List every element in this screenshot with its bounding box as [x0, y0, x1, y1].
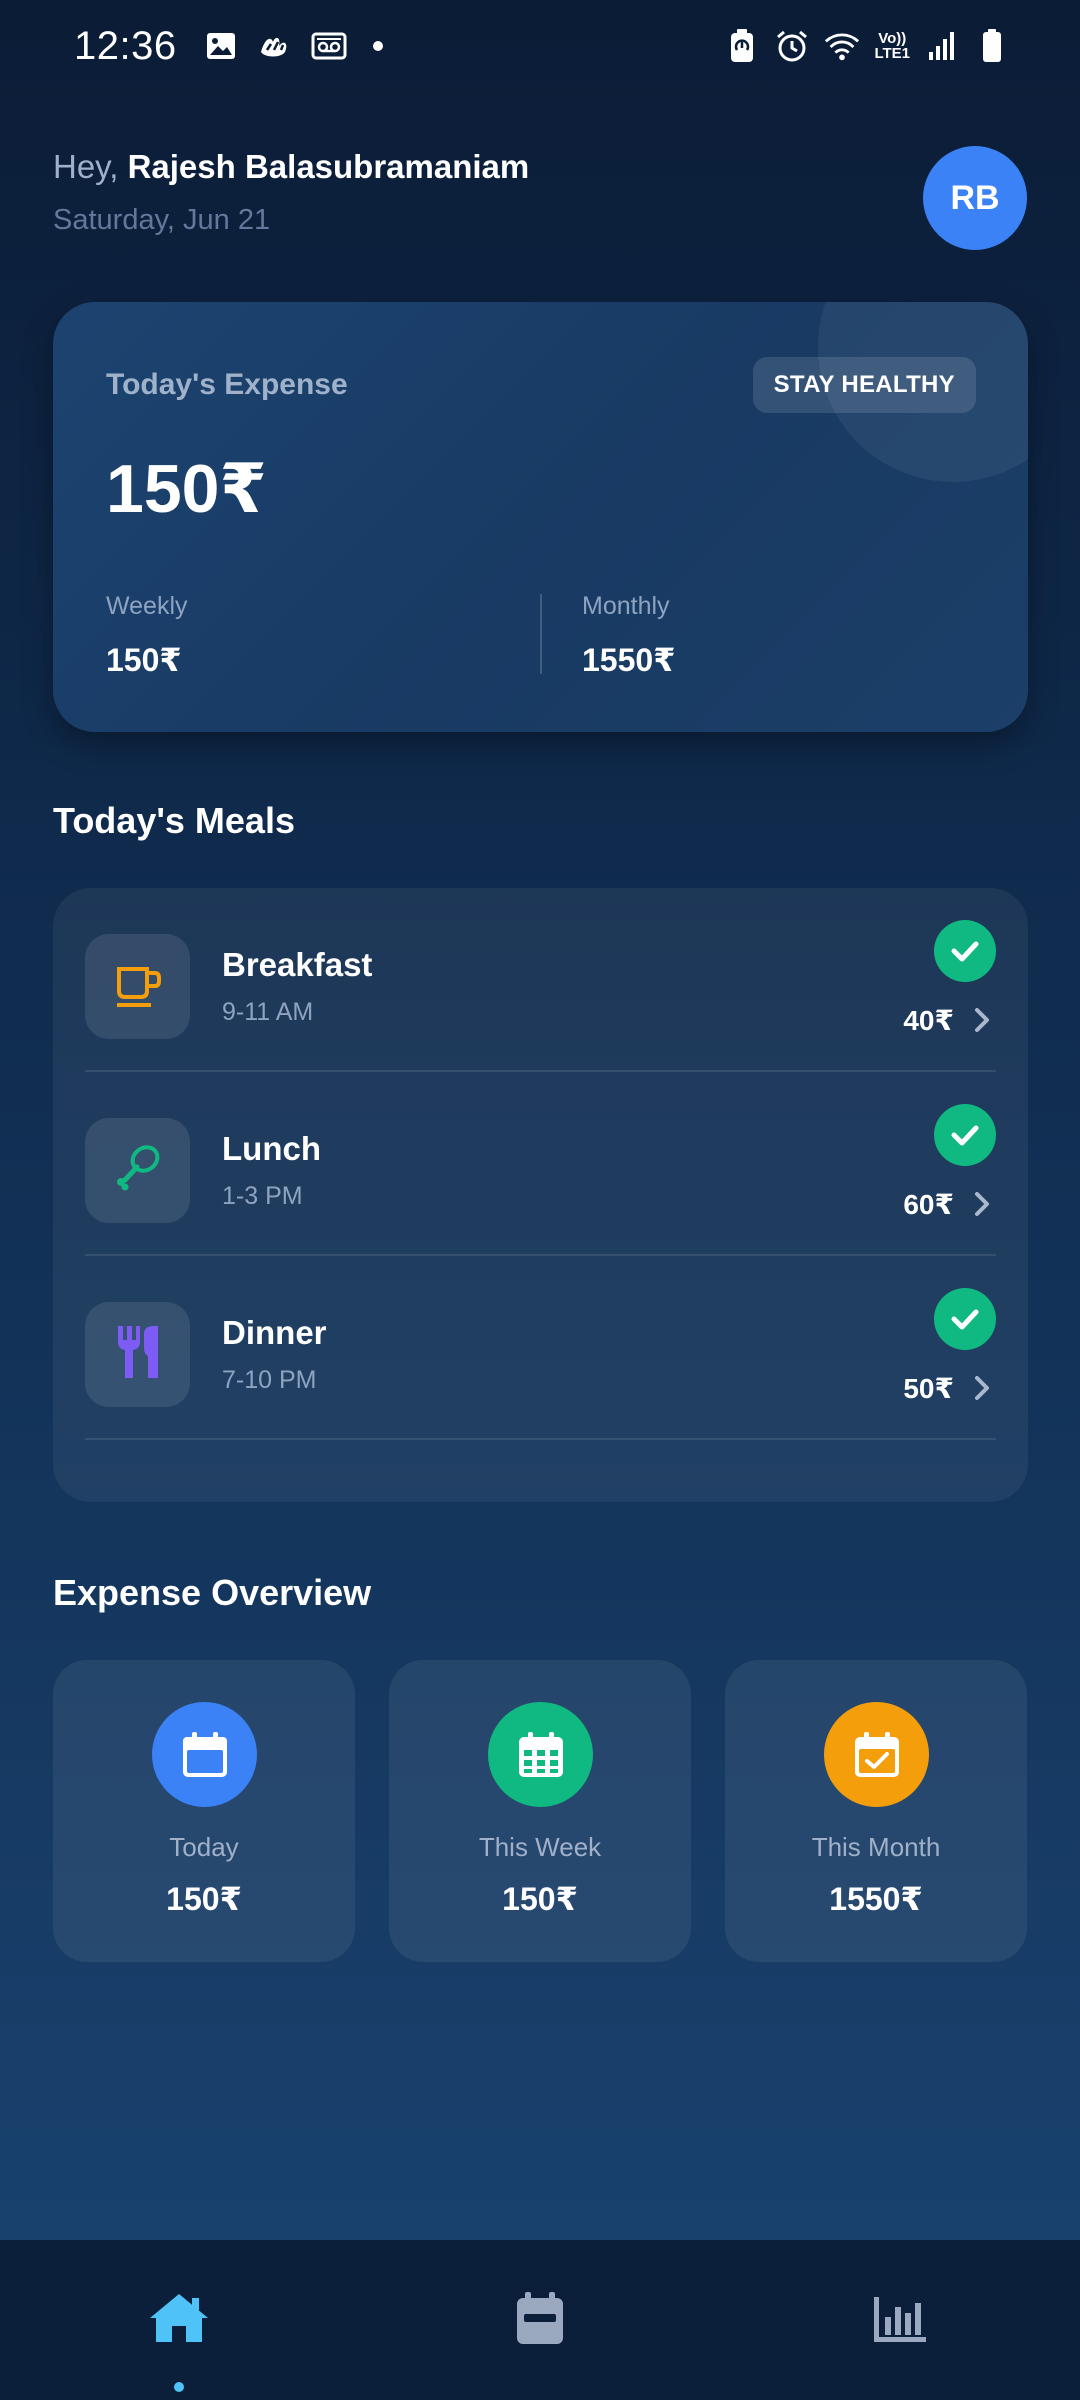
greeting: Hey, Rajesh Balasubramaniam — [53, 148, 1029, 186]
battery-saver-icon — [724, 28, 760, 64]
calendar-day-icon — [152, 1702, 257, 1807]
meal-price: 50₹ — [903, 1373, 954, 1404]
chevron-right-icon[interactable] — [968, 1188, 996, 1220]
image-icon — [203, 28, 239, 64]
check-icon[interactable] — [934, 920, 996, 982]
lte-label: LTE1 — [874, 45, 910, 62]
meal-price: 60₹ — [903, 1189, 954, 1220]
weekly-summary: Weekly 150₹ — [106, 592, 188, 679]
todays-expense-label: Today's Expense — [106, 368, 348, 401]
meal-row-lunch[interactable]: Lunch 1-3 PM 60₹ — [85, 1072, 996, 1256]
user-name: Rajesh Balasubramaniam — [127, 148, 530, 185]
weekly-value: 150₹ — [106, 642, 182, 678]
todays-expense-amount: 150₹ — [106, 451, 267, 527]
dot-icon — [372, 41, 383, 51]
current-date: Saturday, Jun 21 — [53, 204, 271, 236]
meal-time: 9-11 AM — [222, 998, 314, 1026]
drumstick-icon — [110, 1140, 166, 1201]
avatar[interactable]: RB — [923, 146, 1027, 250]
weekly-label: Weekly — [106, 592, 188, 620]
stay-healthy-badge: STAY HEALTHY — [752, 357, 976, 413]
overview-label: This Week — [478, 1832, 602, 1862]
active-indicator — [174, 2382, 184, 2392]
meal-name: Lunch — [222, 1130, 321, 1167]
monthly-summary: Monthly 1550₹ — [582, 592, 675, 679]
overview-section-title: Expense Overview — [53, 1572, 372, 1613]
status-bar: 12:36 Vo)) LTE1 — [0, 0, 1080, 92]
meal-icon-box — [85, 1302, 190, 1407]
volte-label: Vo)) — [878, 30, 907, 47]
status-left: 12:36 — [74, 24, 383, 69]
status-time: 12:36 — [74, 23, 177, 68]
bar-chart-icon — [872, 2293, 928, 2348]
overview-card-this-week[interactable]: This Week 150₹ — [389, 1660, 691, 1962]
overview-value: 150₹ — [166, 1881, 242, 1917]
nav-stats[interactable] — [860, 2280, 940, 2360]
home-icon — [148, 2290, 210, 2351]
meal-name: Breakfast — [222, 946, 373, 983]
coffee-cup-icon — [111, 957, 165, 1016]
calendar-week-icon — [488, 1702, 593, 1807]
check-icon[interactable] — [934, 1288, 996, 1350]
chevron-right-icon[interactable] — [968, 1372, 996, 1404]
status-right: Vo)) LTE1 — [724, 28, 1010, 64]
monthly-label: Monthly — [582, 592, 670, 620]
calendar-icon — [514, 2290, 566, 2351]
check-icon[interactable] — [934, 1104, 996, 1166]
meal-time: 7-10 PM — [222, 1366, 317, 1394]
overview-card-today[interactable]: Today 150₹ — [53, 1660, 355, 1962]
volte-icon: Vo)) LTE1 — [874, 31, 910, 61]
wifi-icon — [824, 28, 860, 64]
nav-calendar[interactable] — [500, 2280, 580, 2360]
meal-price: 40₹ — [903, 1005, 954, 1036]
nav-home[interactable] — [139, 2280, 219, 2360]
meal-row-breakfast[interactable]: Breakfast 9-11 AM 40₹ — [85, 888, 996, 1072]
calendar-check-icon — [824, 1702, 929, 1807]
overview-value: 1550₹ — [829, 1881, 923, 1917]
bottom-navigation — [0, 2240, 1080, 2400]
fork-knife-icon — [110, 1322, 166, 1387]
chevron-right-icon[interactable] — [968, 1004, 996, 1036]
meal-row-dinner[interactable]: Dinner 7-10 PM 50₹ — [85, 1256, 996, 1440]
meal-name: Dinner — [222, 1314, 327, 1351]
overview-value: 150₹ — [502, 1881, 578, 1917]
battery-icon — [974, 28, 1010, 64]
meal-time: 1-3 PM — [222, 1182, 303, 1210]
avatar-initials: RB — [950, 178, 1000, 217]
app-notification-icon — [257, 28, 293, 64]
greeting-prefix: Hey, — [53, 148, 119, 185]
meals-section-title: Today's Meals — [53, 800, 295, 841]
alarm-icon — [774, 28, 810, 64]
meal-icon-box — [85, 1118, 190, 1223]
meals-list: Breakfast 9-11 AM 40₹ Lunch 1-3 PM 60₹ D… — [53, 888, 1028, 1502]
overview-label: Today — [169, 1832, 239, 1862]
monthly-value: 1550₹ — [582, 642, 676, 678]
overview-card-this-month[interactable]: This Month 1550₹ — [725, 1660, 1027, 1962]
overview-label: This Month — [811, 1832, 941, 1862]
meal-icon-box — [85, 934, 190, 1039]
card-divider — [540, 594, 542, 674]
voicemail-icon — [311, 28, 347, 64]
todays-expense-card: Today's Expense STAY HEALTHY 150₹ Weekly… — [53, 302, 1028, 732]
signal-icon — [924, 28, 960, 64]
header: Hey, Rajesh Balasubramaniam Saturday, Ju… — [53, 146, 1029, 260]
